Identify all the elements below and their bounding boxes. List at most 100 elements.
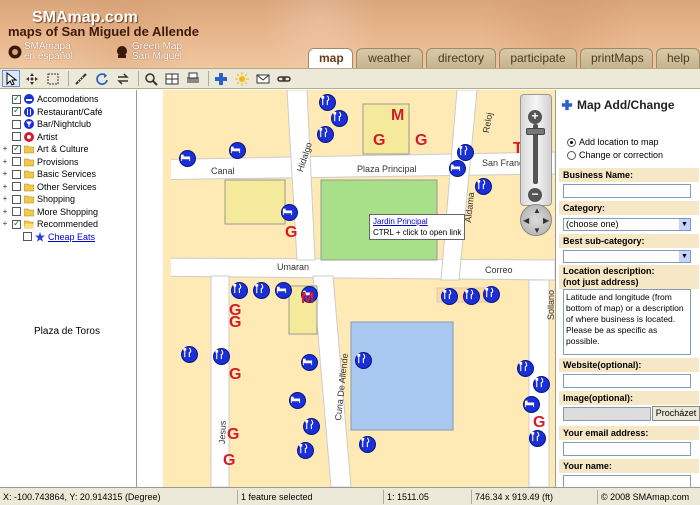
pan-control[interactable]: ▲ ▼ ◀ ▶ xyxy=(520,204,552,236)
layer-item-bar-nightclub[interactable]: Bar/Nightclub xyxy=(0,118,136,131)
pointer-tool-icon[interactable] xyxy=(2,70,20,87)
layer-label[interactable]: Cheap Eats xyxy=(48,232,95,242)
radio-add-location[interactable]: Add location to map xyxy=(567,137,659,147)
location-description-textarea[interactable]: Latitude and longitude (from bottom of m… xyxy=(563,289,691,355)
restaurant-marker-icon[interactable] xyxy=(483,286,500,303)
restaurant-marker-icon[interactable] xyxy=(359,436,376,453)
layer-item-artist[interactable]: Artist xyxy=(0,131,136,144)
layer-item-cheap-eats[interactable]: Cheap Eats xyxy=(0,231,136,244)
zoom-in-button[interactable]: + xyxy=(528,110,542,124)
layer-checkbox[interactable] xyxy=(12,93,21,104)
marker-letter-g[interactable]: G xyxy=(533,414,545,432)
select-box-icon[interactable] xyxy=(44,70,62,87)
tab-directory[interactable]: directory xyxy=(426,48,496,68)
expand-icon[interactable]: + xyxy=(1,170,9,178)
restaurant-marker-icon[interactable] xyxy=(253,282,270,299)
restaurant-marker-icon[interactable] xyxy=(529,430,546,447)
expand-icon[interactable]: + xyxy=(1,157,9,166)
restaurant-marker-icon[interactable] xyxy=(181,346,198,363)
layer-checkbox[interactable] xyxy=(12,169,21,179)
marker-letter-m[interactable]: M xyxy=(391,107,404,125)
layer-checkbox[interactable] xyxy=(12,157,21,167)
zoom-out-button[interactable]: − xyxy=(528,188,542,202)
hotel-marker-icon[interactable] xyxy=(289,392,306,409)
subcategory-select[interactable]: ▼ xyxy=(563,250,691,263)
tab-map[interactable]: map xyxy=(308,48,353,68)
restaurant-marker-icon[interactable] xyxy=(441,288,458,305)
restaurant-marker-icon[interactable] xyxy=(475,178,492,195)
layer-checkbox[interactable] xyxy=(23,232,32,242)
category-select[interactable]: (choose one) ▼ xyxy=(563,218,691,231)
sun-icon[interactable] xyxy=(233,70,251,87)
restaurant-marker-icon[interactable] xyxy=(231,282,248,299)
layer-checkbox[interactable] xyxy=(12,143,21,154)
marker-letter-g[interactable]: G xyxy=(223,452,235,470)
tab-participate[interactable]: participate xyxy=(499,48,577,68)
hotel-marker-icon[interactable] xyxy=(449,160,466,177)
mexico-flag-icon[interactable] xyxy=(8,45,22,59)
restaurant-marker-icon[interactable] xyxy=(213,348,230,365)
marker-letter-g[interactable]: G xyxy=(229,366,241,384)
tab-printmaps[interactable]: printMaps xyxy=(580,48,653,68)
restaurant-marker-icon[interactable] xyxy=(319,94,336,111)
green-map-icon[interactable] xyxy=(115,45,129,59)
pan-down-icon[interactable]: ▼ xyxy=(533,226,541,235)
pan-tool-icon[interactable] xyxy=(23,70,41,87)
add-location-icon[interactable] xyxy=(212,70,230,87)
link-icon[interactable] xyxy=(275,70,293,87)
pan-right-icon[interactable]: ▶ xyxy=(543,216,549,225)
marker-letter-g[interactable]: G xyxy=(229,314,241,332)
restaurant-marker-icon[interactable] xyxy=(297,442,314,459)
layer-checkbox[interactable] xyxy=(12,132,21,142)
refresh-icon[interactable] xyxy=(93,70,111,87)
hotel-marker-icon[interactable] xyxy=(179,150,196,167)
hotel-marker-icon[interactable] xyxy=(281,204,298,221)
zoom-slider-handle[interactable] xyxy=(526,128,545,135)
layer-item-other-services[interactable]: + Other Services xyxy=(0,181,136,194)
pan-left-icon[interactable]: ◀ xyxy=(523,216,529,225)
swap-icon[interactable] xyxy=(114,70,132,87)
restaurant-marker-icon[interactable] xyxy=(517,360,534,377)
map-canvas[interactable]: Canal Plaza Principal Hidalgo Reloj San … xyxy=(137,90,555,487)
layer-item-art-culture[interactable]: + Art & Culture xyxy=(0,143,136,156)
layer-item-shopping[interactable]: + Shopping xyxy=(0,193,136,206)
name-input[interactable] xyxy=(563,475,691,487)
tab-weather[interactable]: weather xyxy=(356,48,423,68)
tab-help[interactable]: help xyxy=(656,48,700,68)
expand-icon[interactable]: + xyxy=(1,145,9,153)
email-input[interactable] xyxy=(563,442,691,456)
email-icon[interactable] xyxy=(254,70,272,87)
expand-icon[interactable]: + xyxy=(1,182,9,191)
layer-checkbox[interactable] xyxy=(12,105,21,117)
marker-letter-m[interactable]: M xyxy=(301,290,314,308)
restaurant-marker-icon[interactable] xyxy=(533,376,550,393)
layer-checkbox[interactable] xyxy=(12,194,21,204)
tooltip-link[interactable]: Jardin Principal xyxy=(373,216,461,227)
marker-letter-g[interactable]: G xyxy=(227,426,239,444)
restaurant-marker-icon[interactable] xyxy=(355,352,372,369)
layer-item-restaurant-caf[interactable]: Restaurant/Café xyxy=(0,105,136,119)
expand-icon[interactable]: + xyxy=(1,220,9,228)
pan-up-icon[interactable]: ▲ xyxy=(533,206,541,215)
chevron-down-icon[interactable]: ▼ xyxy=(679,219,690,230)
website-input[interactable] xyxy=(563,374,691,388)
restaurant-marker-icon[interactable] xyxy=(463,288,480,305)
browse-button[interactable]: Procházet xyxy=(652,406,700,421)
print-icon[interactable] xyxy=(184,70,202,87)
layer-checkbox[interactable] xyxy=(12,218,21,229)
restaurant-marker-icon[interactable] xyxy=(331,110,348,127)
marker-letter-g[interactable]: G xyxy=(285,224,297,242)
layer-checkbox[interactable] xyxy=(12,119,21,129)
marker-letter-g[interactable]: G xyxy=(415,132,427,150)
layer-item-accomodations[interactable]: Accomodations xyxy=(0,93,136,106)
zoom-icon[interactable] xyxy=(142,70,160,87)
restaurant-marker-icon[interactable] xyxy=(303,418,320,435)
image-file-input[interactable] xyxy=(563,407,651,421)
hotel-marker-icon[interactable] xyxy=(229,142,246,159)
layer-item-more-shopping[interactable]: + More Shopping xyxy=(0,206,136,219)
hotel-marker-icon[interactable] xyxy=(523,396,540,413)
business-name-input[interactable] xyxy=(563,184,691,198)
hotel-marker-icon[interactable] xyxy=(301,354,318,371)
restaurant-marker-icon[interactable] xyxy=(317,126,334,143)
layer-checkbox[interactable] xyxy=(12,182,21,192)
